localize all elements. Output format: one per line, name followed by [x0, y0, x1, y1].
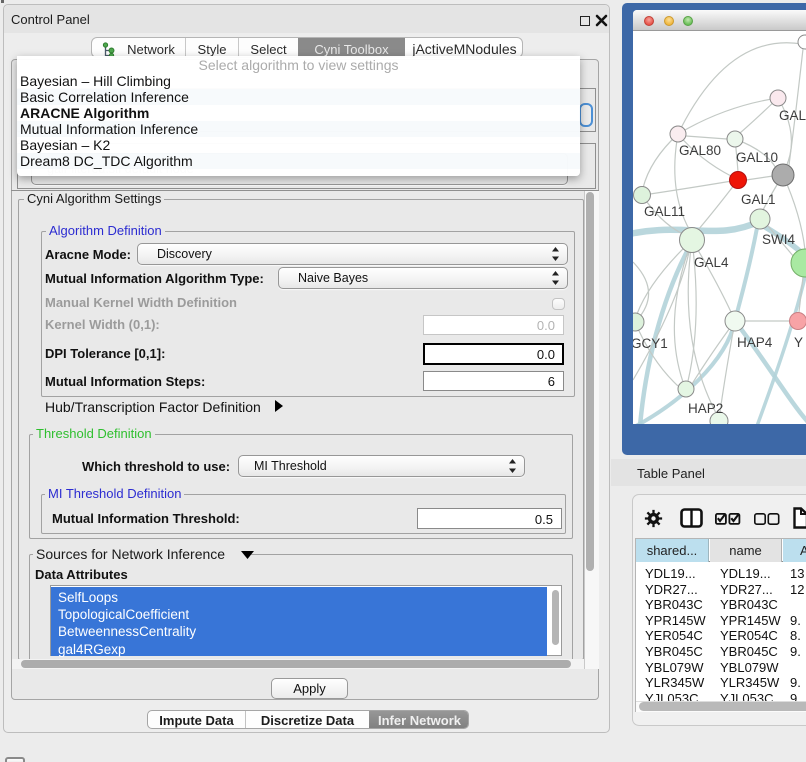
svg-text:HAP4: HAP4	[737, 335, 773, 350]
svg-text:GAL7: GAL7	[779, 108, 806, 123]
svg-text:GAL80: GAL80	[679, 143, 721, 158]
svg-text:HAP2: HAP2	[688, 401, 723, 416]
svg-text:GAL1: GAL1	[741, 192, 776, 207]
svg-text:Y: Y	[794, 335, 803, 350]
svg-text:GAL11: GAL11	[644, 204, 685, 219]
svg-text:GCY1: GCY1	[633, 336, 668, 351]
svg-text:GAL10: GAL10	[736, 150, 778, 165]
svg-text:GAL4: GAL4	[694, 255, 729, 270]
svg-text:SWI4: SWI4	[762, 232, 795, 247]
